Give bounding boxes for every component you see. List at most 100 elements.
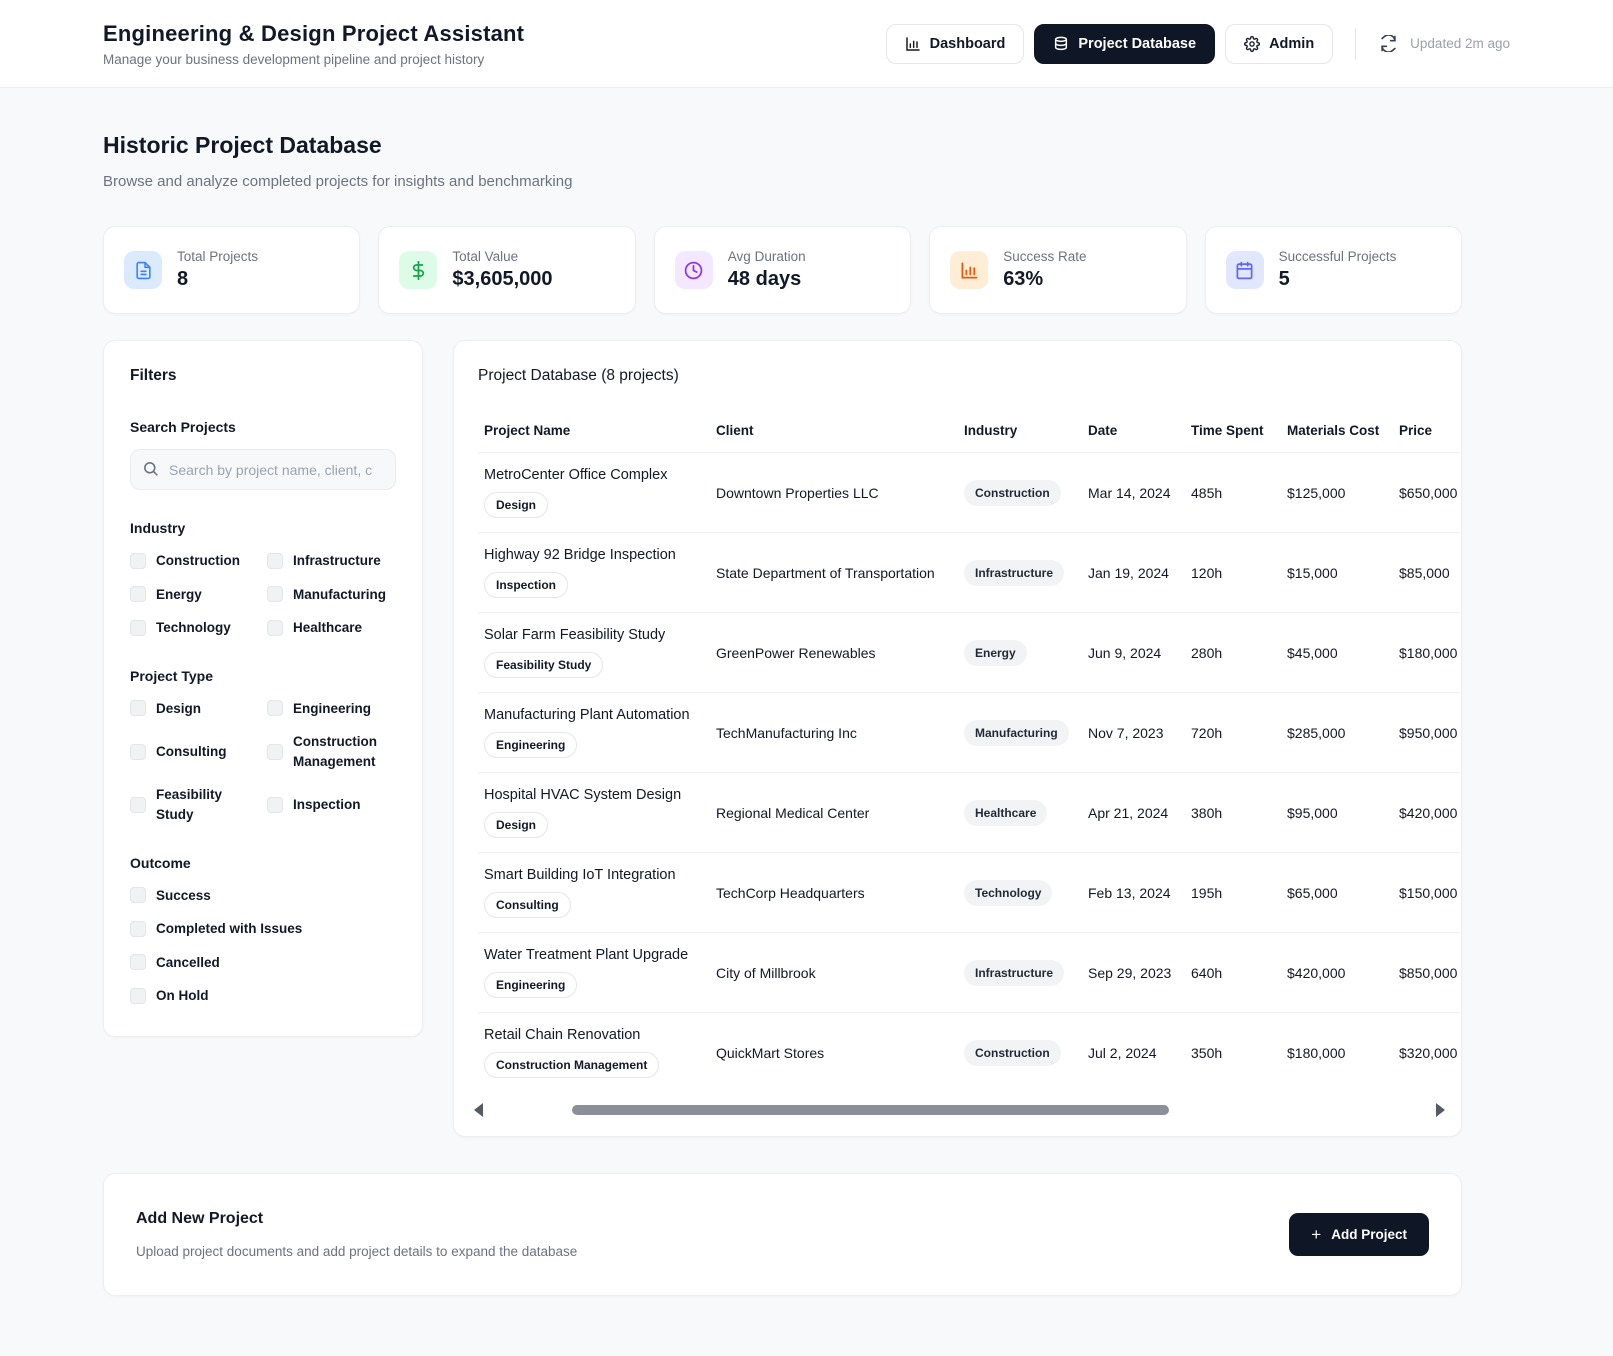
filter-option: Healthcare (267, 618, 396, 638)
filter-option: Construction Management (267, 732, 396, 771)
clock-icon (674, 251, 713, 289)
checkbox[interactable] (130, 987, 146, 1004)
outcome-group-title: Outcome (130, 854, 191, 871)
materials-cost-cell: $45,000 (1287, 644, 1338, 661)
date-cell: Jul 2, 2024 (1088, 1044, 1157, 1061)
filter-option: Cancelled (130, 953, 396, 973)
nav-admin-button[interactable]: Admin (1225, 23, 1334, 64)
scrollbar-thumb[interactable] (572, 1105, 1170, 1115)
checkbox[interactable] (130, 954, 146, 971)
filter-option: Energy (130, 585, 259, 605)
stat-avg-duration: Avg Duration 48 days (653, 226, 912, 314)
project-type-badge: Inspection (484, 572, 569, 598)
app-title: Engineering & Design Project Assistant (103, 20, 525, 46)
col-time-spent: Time Spent (1191, 423, 1264, 438)
stat-value: 48 days (727, 268, 802, 290)
date-cell: Jan 19, 2024 (1088, 564, 1169, 581)
filter-option-label: Construction Management (293, 734, 377, 769)
table-row[interactable]: Retail Chain Renovation Construction Man… (478, 1012, 1461, 1093)
time-spent-cell: 720h (1191, 724, 1223, 741)
filter-option: Design (130, 699, 259, 719)
table-row[interactable]: Smart Building IoT Integration Consultin… (478, 852, 1461, 933)
scroll-right-arrow[interactable] (1436, 1103, 1445, 1117)
filter-option: Construction (130, 551, 259, 571)
client-cell: GreenPower Renewables (716, 644, 876, 661)
checkbox[interactable] (130, 796, 146, 813)
table-row[interactable]: Hospital HVAC System Design Design Regio… (478, 772, 1461, 853)
price-cell: $950,000 (1399, 724, 1458, 741)
checkbox[interactable] (267, 796, 283, 813)
scrollbar-track[interactable] (493, 1105, 1426, 1115)
filter-option: Consulting (130, 732, 259, 771)
bar-chart-icon (905, 36, 921, 52)
price-cell: $85,000 (1399, 564, 1450, 581)
stat-label: Total Projects (177, 249, 259, 264)
filter-option-label: Success (156, 887, 211, 903)
checkbox[interactable] (130, 700, 146, 717)
project-name: Water Treatment Plant Upgrade (484, 947, 689, 963)
project-type-options: Design Engineering Consulting Constructi… (130, 699, 396, 825)
industry-badge: Construction (964, 479, 1061, 506)
app-title-block: Engineering & Design Project Assistant M… (103, 21, 524, 67)
client-cell: TechManufacturing Inc (716, 724, 857, 741)
date-cell: Feb 13, 2024 (1088, 884, 1171, 901)
refresh-icon[interactable] (1380, 35, 1397, 52)
checkbox[interactable] (130, 743, 146, 760)
filter-option-label: On Hold (156, 988, 209, 1004)
time-spent-cell: 280h (1191, 644, 1223, 661)
col-industry: Industry (964, 423, 1018, 438)
checkbox[interactable] (267, 586, 283, 603)
checkbox[interactable] (130, 887, 146, 904)
gear-icon (1244, 35, 1260, 52)
table-title: Project Database (8 projects) (478, 367, 679, 384)
project-type-badge: Consulting (484, 892, 571, 918)
industry-group-title: Industry (130, 520, 186, 536)
time-spent-cell: 640h (1191, 964, 1223, 981)
project-type-badge: Construction Management (484, 1052, 660, 1078)
filter-option-label: Feasibility Study (156, 787, 223, 822)
filter-option: On Hold (130, 986, 396, 1006)
add-project-section: Add New Project Upload project documents… (103, 1173, 1462, 1296)
price-cell: $650,000 (1399, 484, 1458, 501)
filter-option: Technology (130, 618, 259, 638)
filter-option-label: Design (156, 700, 202, 716)
stat-value: $3,605,000 (452, 268, 553, 290)
nav-project-database-button[interactable]: Project Database (1034, 23, 1216, 64)
project-type-badge: Design (484, 492, 549, 518)
checkbox[interactable] (130, 619, 146, 636)
filter-option: Completed with Issues (130, 919, 396, 939)
scroll-left-arrow[interactable] (474, 1103, 483, 1117)
stat-value: 8 (177, 268, 189, 290)
stat-total-projects: Total Projects 8 (103, 226, 361, 314)
checkbox[interactable] (267, 743, 283, 760)
table-row[interactable]: Highway 92 Bridge Inspection Inspection … (478, 532, 1461, 613)
table-row[interactable]: Solar Farm Feasibility Study Feasibility… (478, 612, 1461, 693)
materials-cost-cell: $180,000 (1287, 1044, 1346, 1061)
checkbox[interactable] (130, 552, 146, 569)
project-type-badge: Engineering (484, 972, 578, 998)
price-cell: $150,000 (1399, 884, 1458, 901)
filter-option: Infrastructure (267, 551, 396, 571)
col-materials-cost: Materials Cost (1287, 423, 1380, 438)
project-table: Project Name Client Industry Date Time S… (478, 411, 1461, 1092)
date-cell: Jun 9, 2024 (1088, 644, 1162, 661)
industry-badge: Healthcare (964, 799, 1048, 826)
checkbox[interactable] (267, 552, 283, 569)
add-project-subtitle: Upload project documents and add project… (136, 1244, 578, 1259)
checkbox[interactable] (130, 586, 146, 603)
checkbox[interactable] (130, 920, 146, 937)
nav-dashboard-button[interactable]: Dashboard (885, 23, 1025, 64)
project-type-group-title: Project Type (130, 667, 213, 684)
table-row[interactable]: Manufacturing Plant Automation Engineeri… (478, 692, 1461, 773)
nav-dashboard-label: Dashboard (929, 35, 1006, 52)
stat-value: 63% (1003, 268, 1044, 290)
checkbox[interactable] (267, 619, 283, 636)
time-spent-cell: 195h (1191, 884, 1223, 901)
search-input[interactable] (130, 449, 396, 490)
filter-option: Engineering (267, 699, 396, 719)
col-date: Date (1088, 423, 1118, 438)
database-icon (1053, 36, 1069, 52)
table-row[interactable]: MetroCenter Office Complex Design Downto… (478, 452, 1461, 533)
checkbox[interactable] (267, 700, 283, 717)
table-row[interactable]: Water Treatment Plant Upgrade Engineerin… (478, 932, 1461, 1013)
